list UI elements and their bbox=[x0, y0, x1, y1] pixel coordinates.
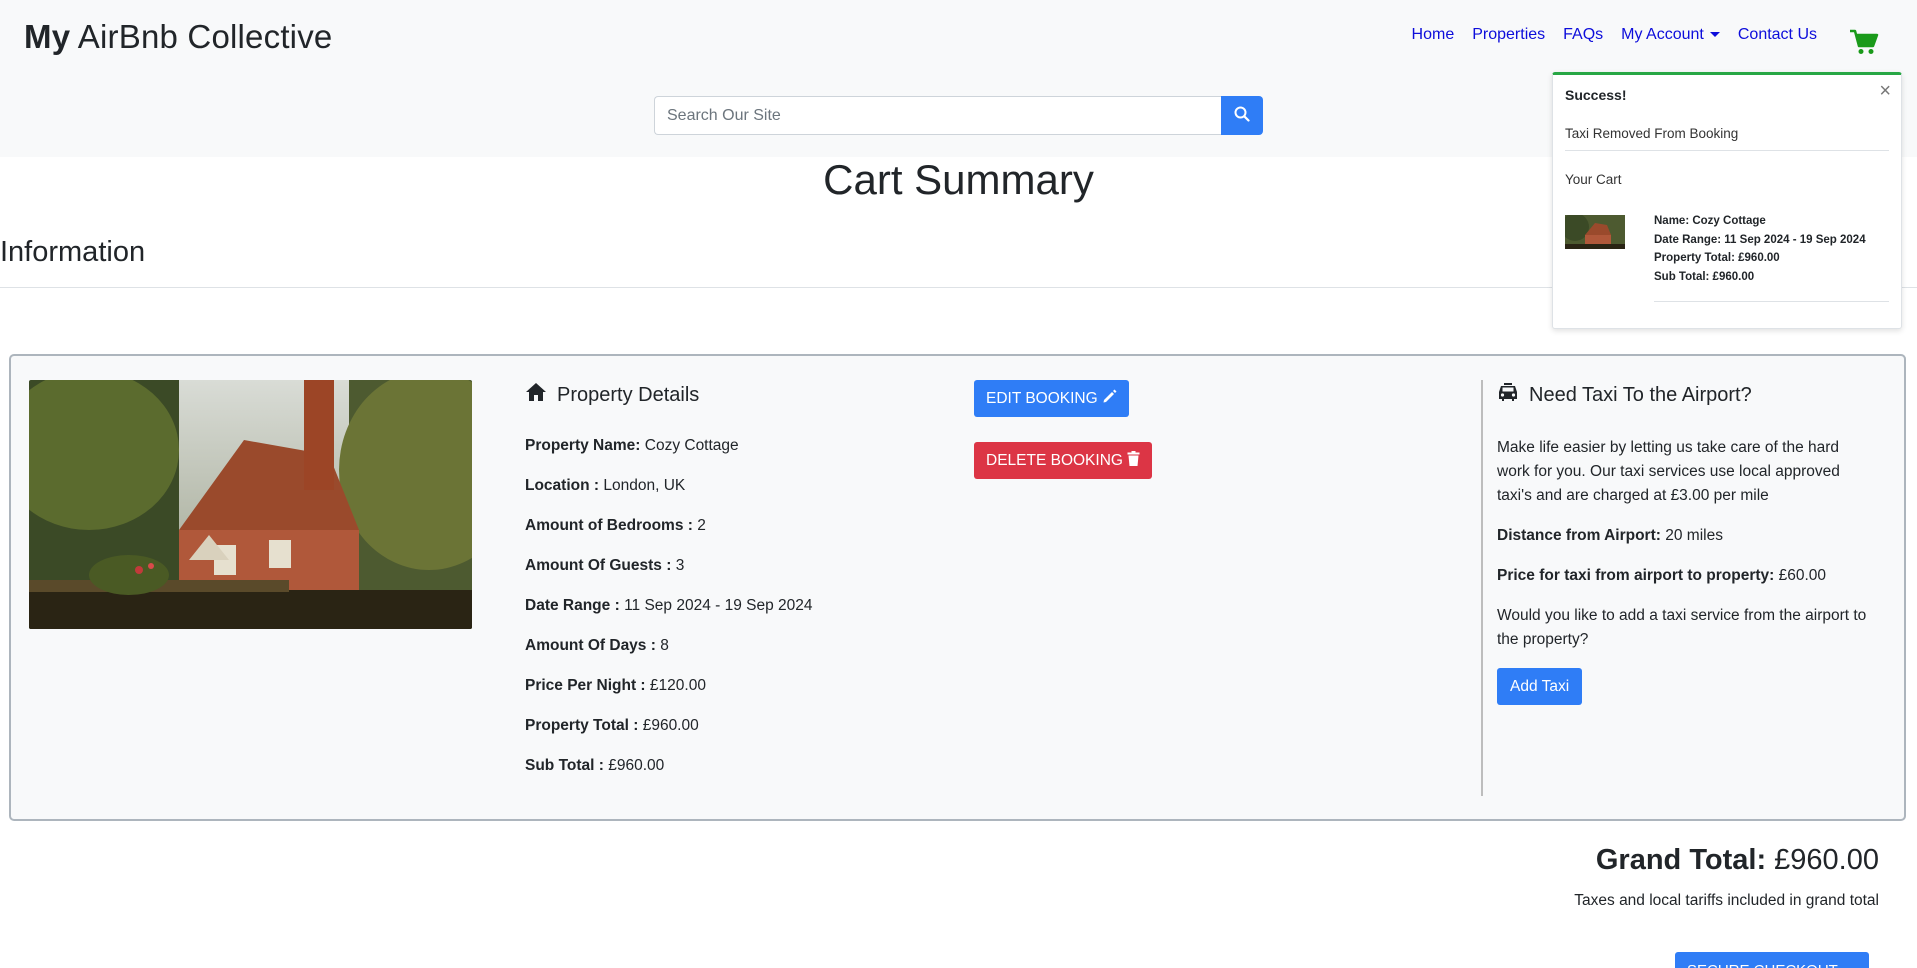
taxi-icon bbox=[1497, 382, 1519, 408]
success-toast: Success! × Taxi Removed From Booking You… bbox=[1552, 72, 1902, 329]
search-icon bbox=[1234, 106, 1250, 125]
detail-value: 8 bbox=[660, 637, 669, 654]
detail-date-range: Date Range : 11 Sep 2024 - 19 Sep 2024 bbox=[525, 596, 945, 636]
detail-bedrooms: Amount of Bedrooms : 2 bbox=[525, 516, 945, 556]
grand-total: Grand Total: £960.00 bbox=[1596, 844, 1879, 877]
detail-value: 3 bbox=[675, 557, 685, 574]
detail-label: Sub Total : bbox=[525, 757, 604, 774]
detail-value: London, UK bbox=[603, 477, 686, 494]
brand-bold: My bbox=[24, 18, 71, 55]
main-nav: Home Properties FAQs My Account Contact … bbox=[1412, 26, 1865, 44]
detail-sub-total: Sub Total : £960.00 bbox=[525, 756, 945, 796]
taxi-distance-value: 20 miles bbox=[1665, 527, 1723, 544]
detail-price-per-night: Price Per Night : £120.00 bbox=[525, 676, 945, 716]
site-logo[interactable]: My AirBnb Collective bbox=[24, 18, 332, 56]
booking-card: Property Details Property Name: Cozy Cot… bbox=[9, 354, 1906, 821]
grand-total-value: £960.00 bbox=[1774, 844, 1879, 876]
search-bar bbox=[654, 96, 1263, 135]
toast-title: Success! bbox=[1565, 87, 1627, 103]
grand-total-label: Grand Total: bbox=[1595, 844, 1767, 876]
nav-my-account-label: My Account bbox=[1621, 26, 1704, 43]
property-details-heading: Property Details bbox=[557, 383, 700, 406]
detail-label: Amount Of Days : bbox=[525, 637, 656, 654]
secure-checkout-button[interactable]: SECURE CHECKOUT bbox=[1675, 952, 1869, 968]
toast-divider bbox=[1654, 301, 1889, 302]
taxi-price: Price for taxi from airport to property:… bbox=[1497, 564, 1872, 588]
toast-message: Taxi Removed From Booking bbox=[1565, 126, 1739, 141]
vertical-divider bbox=[1481, 380, 1483, 796]
taxi-distance-label: Distance from Airport: bbox=[1497, 527, 1661, 544]
taxi-price-label: Price for taxi from airport to property: bbox=[1497, 567, 1775, 584]
taxi-distance: Distance from Airport: 20 miles bbox=[1497, 524, 1872, 548]
edit-booking-label: EDIT BOOKING bbox=[986, 389, 1098, 407]
delete-booking-button[interactable]: DELETE BOOKING bbox=[974, 442, 1152, 479]
search-input[interactable] bbox=[654, 96, 1221, 135]
brand-rest: AirBnb Collective bbox=[70, 18, 333, 55]
nav-properties[interactable]: Properties bbox=[1472, 26, 1545, 44]
detail-value: £960.00 bbox=[608, 757, 665, 774]
delete-booking-label: DELETE BOOKING bbox=[986, 451, 1123, 469]
taxi-price-value: £60.00 bbox=[1778, 567, 1827, 584]
toast-cart-label: Your Cart bbox=[1565, 172, 1622, 187]
taxi-question: Would you like to add a taxi service fro… bbox=[1497, 607, 1867, 648]
nav-contact-us[interactable]: Contact Us bbox=[1738, 26, 1817, 44]
toast-line-sub-total: Sub Total: £960.00 bbox=[1654, 270, 1755, 283]
add-taxi-button[interactable]: Add Taxi bbox=[1497, 668, 1583, 705]
toast-property-thumbnail bbox=[1565, 215, 1625, 249]
toast-line-property-total: Property Total: £960.00 bbox=[1654, 252, 1780, 264]
pencil-icon bbox=[1102, 389, 1117, 409]
property-image bbox=[29, 380, 472, 629]
shopping-cart-icon[interactable] bbox=[1849, 28, 1879, 56]
taxi-heading: Need Taxi To the Airport? bbox=[1529, 383, 1752, 406]
detail-value: £120.00 bbox=[649, 677, 706, 694]
detail-location: Location : London, UK bbox=[525, 476, 945, 516]
toast-line-name: Name: Cozy Cottage bbox=[1654, 215, 1766, 227]
detail-value: £960.00 bbox=[642, 717, 699, 734]
toast-cart-details: Name: Cozy Cottage Date Range: 11 Sep 20… bbox=[1654, 212, 1866, 286]
detail-label: Property Total : bbox=[525, 717, 639, 734]
detail-value: 11 Sep 2024 - 19 Sep 2024 bbox=[624, 597, 813, 614]
detail-property-total: Property Total : £960.00 bbox=[525, 716, 945, 756]
detail-label: Location : bbox=[525, 477, 600, 494]
caret-down-icon bbox=[1709, 32, 1720, 38]
close-icon[interactable]: × bbox=[1879, 81, 1891, 101]
taxes-note: Taxes and local tariffs included in gran… bbox=[1574, 892, 1879, 909]
nav-my-account[interactable]: My Account bbox=[1621, 26, 1720, 44]
detail-label: Amount of Bedrooms : bbox=[525, 517, 693, 534]
detail-value: 2 bbox=[697, 517, 706, 534]
detail-label: Price Per Night : bbox=[525, 677, 646, 694]
detail-label: Amount Of Guests : bbox=[525, 557, 672, 574]
toast-line-date-range: Date Range: 11 Sep 2024 - 19 Sep 2024 bbox=[1654, 233, 1866, 246]
toast-divider bbox=[1565, 150, 1889, 151]
detail-guests: Amount Of Guests : 3 bbox=[525, 556, 945, 596]
detail-label: Property Name: bbox=[525, 437, 641, 454]
taxi-description: Make life easier by letting us take care… bbox=[1497, 439, 1840, 504]
detail-days: Amount Of Days : 8 bbox=[525, 636, 945, 676]
detail-label: Date Range : bbox=[525, 597, 620, 614]
taxi-panel: Need Taxi To the Airport? Make life easi… bbox=[1497, 382, 1872, 705]
nav-home[interactable]: Home bbox=[1412, 26, 1455, 44]
search-button[interactable] bbox=[1221, 96, 1263, 135]
edit-booking-button[interactable]: EDIT BOOKING bbox=[974, 380, 1129, 417]
detail-property-name: Property Name: Cozy Cottage bbox=[525, 436, 945, 476]
home-icon bbox=[525, 382, 547, 408]
section-title: Information bbox=[0, 236, 146, 268]
detail-value: Cozy Cottage bbox=[644, 437, 739, 454]
nav-faqs[interactable]: FAQs bbox=[1563, 26, 1603, 44]
property-details: Property Details Property Name: Cozy Cot… bbox=[525, 382, 945, 796]
trash-icon bbox=[1127, 450, 1140, 471]
